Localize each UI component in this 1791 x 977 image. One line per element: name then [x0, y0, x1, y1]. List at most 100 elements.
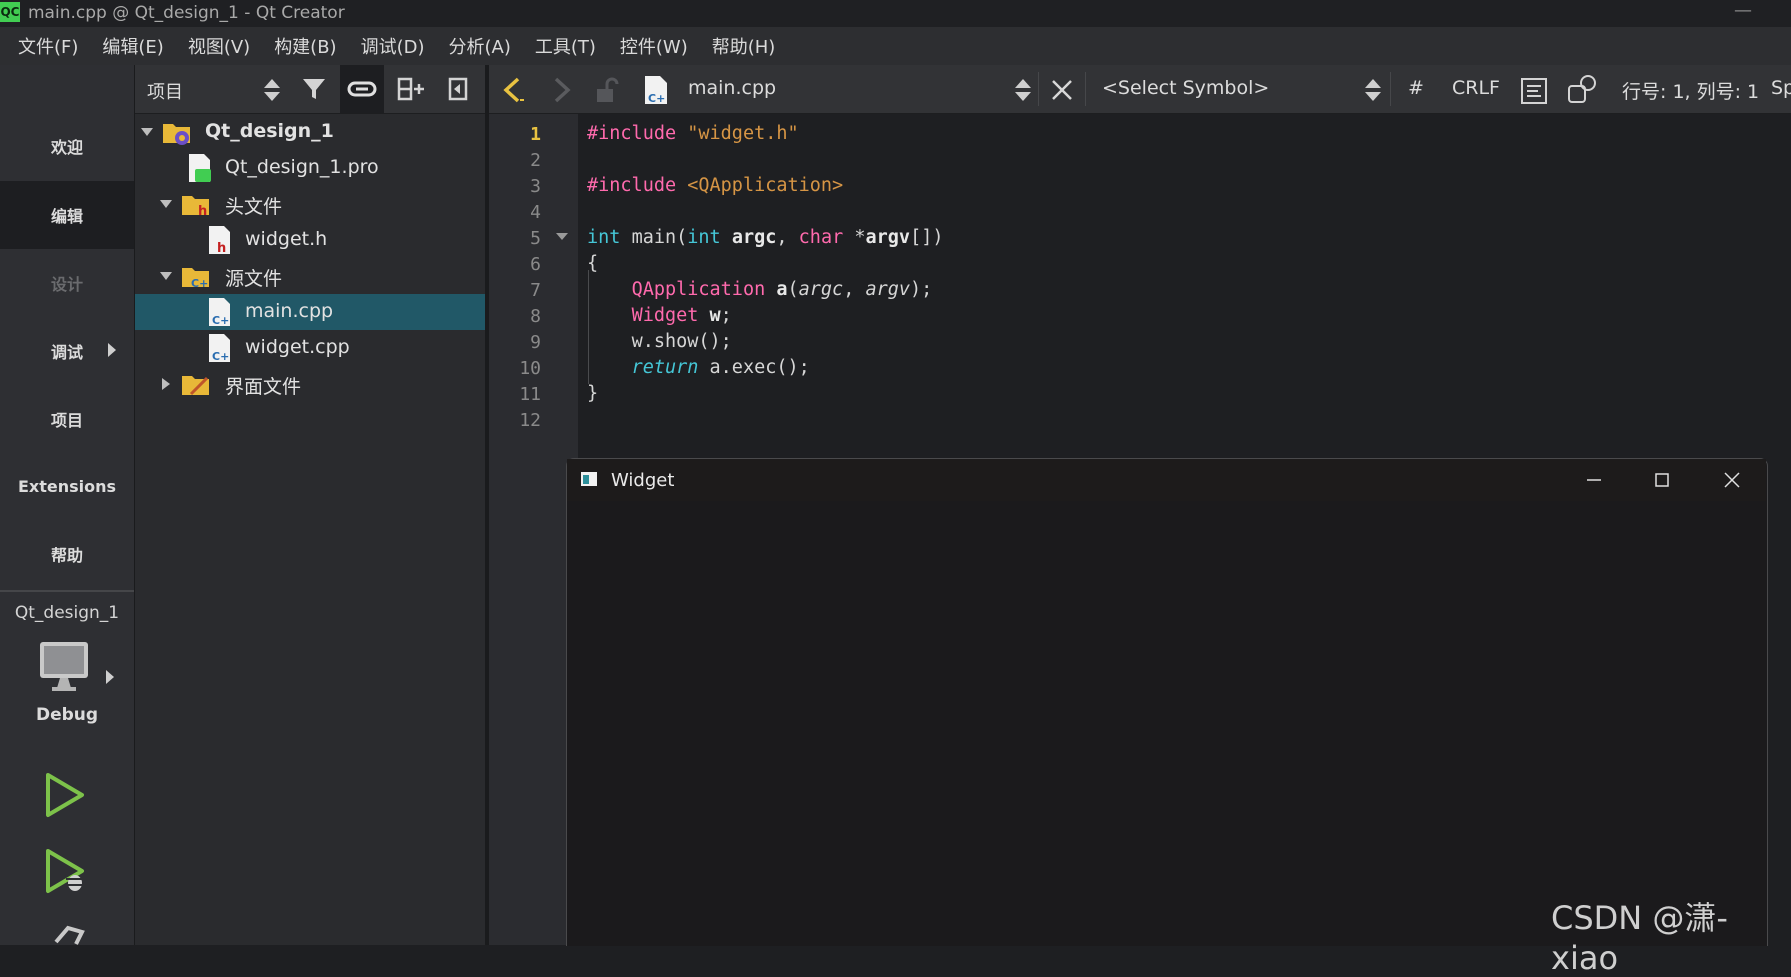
menu-help[interactable]: 帮助(H): [700, 33, 788, 59]
tree-item-pro-file[interactable]: Qt_design_1.pro: [135, 150, 485, 186]
mode-design[interactable]: 设计: [0, 249, 134, 317]
mode-help[interactable]: 帮助: [0, 520, 134, 588]
close-sidebar-icon[interactable]: [436, 65, 480, 113]
code-token: QApplication: [631, 279, 766, 300]
mode-welcome[interactable]: 欢迎: [0, 112, 134, 180]
cpp-file-icon: C+: [645, 76, 667, 105]
project-view-selector[interactable]: 项目: [147, 78, 183, 104]
menu-view[interactable]: 视图(V): [176, 33, 262, 59]
tree-item-widget-h[interactable]: h widget.h: [135, 222, 485, 258]
line-ending-selector[interactable]: CRLF: [1452, 77, 1500, 99]
mode-extensions[interactable]: Extensions: [0, 452, 134, 520]
cursor-position[interactable]: 行号: 1, 列号: 1: [1622, 77, 1759, 104]
widget-app-window[interactable]: [566, 458, 1768, 946]
navigate-back-icon[interactable]: [500, 76, 526, 104]
menu-analyze[interactable]: 分析(A): [437, 33, 523, 59]
line-number: 1: [530, 124, 541, 145]
menu-tools[interactable]: 工具(T): [523, 33, 608, 59]
code-line-9: w.show();: [587, 331, 732, 352]
project-folder-icon: [163, 124, 190, 145]
symbol-selector[interactable]: <Select Symbol>: [1102, 77, 1269, 99]
run-icon[interactable]: [44, 772, 86, 818]
window-minimize-button[interactable]: —: [1726, 0, 1760, 24]
tree-item-sources[interactable]: C+ 源文件: [135, 258, 485, 294]
tree-label-project: Qt_design_1: [205, 120, 334, 142]
collapse-arrow-icon[interactable]: [160, 200, 172, 208]
tree-item-headers[interactable]: h 头文件: [135, 186, 485, 222]
forms-folder-icon: [182, 376, 209, 396]
kit-selector-arrow-icon[interactable]: [106, 670, 114, 684]
mode-debug[interactable]: 调试: [0, 317, 134, 385]
toolbar-separator: [1085, 72, 1086, 106]
svg-text:C+: C+: [648, 92, 665, 105]
qt-project-file-icon: [189, 154, 211, 182]
window-title: main.cpp @ Qt_design_1 - Qt Creator: [28, 3, 345, 23]
code-token: argc: [731, 227, 777, 248]
close-icon: [1724, 472, 1740, 488]
kit-project-name[interactable]: Qt_design_1: [0, 603, 134, 623]
line-number: 4: [530, 202, 541, 223]
tree-item-forms[interactable]: 界面文件: [135, 366, 485, 402]
close-document-icon[interactable]: [1051, 79, 1073, 101]
code-token: ,: [776, 227, 799, 248]
menu-widgets[interactable]: 控件(W): [608, 33, 700, 59]
code-model-icon[interactable]: [1566, 74, 1598, 106]
sort-arrows-icon[interactable]: [1014, 78, 1032, 102]
filter-icon[interactable]: [292, 65, 336, 113]
svg-text:C+: C+: [191, 277, 208, 290]
menu-build[interactable]: 构建(B): [262, 33, 348, 59]
indentation-setting[interactable]: Sp: [1771, 77, 1791, 99]
line-number: 7: [530, 280, 541, 301]
mode-edit[interactable]: 编辑: [0, 181, 134, 249]
open-file-selector[interactable]: main.cpp: [688, 77, 776, 99]
svg-text:h: h: [198, 204, 207, 219]
expand-arrow-icon[interactable]: [162, 378, 170, 390]
tree-item-project-root[interactable]: Qt_design_1: [135, 114, 485, 150]
menu-debug[interactable]: 调试(D): [349, 33, 437, 59]
code-token: "widget.h": [687, 123, 799, 144]
hash-toggle[interactable]: #: [1408, 77, 1424, 99]
collapse-arrow-icon[interactable]: [160, 272, 172, 280]
code-token: a: [776, 279, 788, 300]
menu-file[interactable]: 文件(F): [6, 33, 90, 59]
fold-marker-icon[interactable]: [556, 233, 568, 240]
code-token: return: [631, 357, 699, 378]
collapse-arrow-icon[interactable]: [141, 128, 153, 136]
sort-arrows-icon[interactable]: [263, 78, 281, 102]
code-line-5: int main(int argc, char *argv[]): [587, 227, 944, 248]
tree-item-widget-cpp[interactable]: C+ widget.cpp: [135, 330, 485, 366]
document-outline-icon[interactable]: [1520, 77, 1548, 105]
mode-design-label: 设计: [50, 275, 83, 294]
tree-label-widget-h: widget.h: [245, 228, 328, 250]
mode-projects[interactable]: 项目: [0, 385, 134, 453]
debug-run-icon[interactable]: [44, 848, 88, 896]
code-token: ,: [843, 279, 866, 300]
navigate-forward-icon[interactable]: [548, 76, 574, 104]
widget-minimize-button[interactable]: [1564, 462, 1624, 498]
code-token: (: [787, 279, 799, 300]
lock-icon[interactable]: [594, 76, 620, 104]
code-token: <QApplication>: [687, 175, 844, 196]
mode-debug-arrow-icon: [108, 343, 116, 357]
menu-edit[interactable]: 编辑(E): [90, 33, 175, 59]
code-token: #include: [587, 123, 677, 144]
link-with-editor-icon[interactable]: [340, 65, 384, 113]
widget-maximize-button[interactable]: [1632, 462, 1692, 498]
toolbar-separator: [1038, 72, 1039, 106]
line-number: 6: [530, 254, 541, 275]
maximize-icon: [1655, 473, 1669, 487]
sort-arrows-icon[interactable]: [1364, 78, 1382, 102]
widget-window-title: Widget: [611, 470, 675, 491]
tree-label-sources: 源文件: [225, 268, 283, 290]
code-token: *: [854, 227, 866, 248]
cpp-file-icon: C+: [209, 298, 230, 327]
split-view-icon[interactable]: [390, 65, 434, 113]
build-hammer-icon[interactable]: [52, 922, 92, 945]
qt-creator-logo: QC: [0, 2, 20, 22]
mode-debug-label: 调试: [50, 343, 83, 362]
widget-close-button[interactable]: [1702, 462, 1762, 498]
monitor-icon[interactable]: [38, 640, 90, 692]
tree-item-main-cpp[interactable]: C+ main.cpp: [135, 294, 485, 330]
code-line-6: {: [587, 253, 599, 274]
minimize-icon: [1587, 479, 1601, 481]
